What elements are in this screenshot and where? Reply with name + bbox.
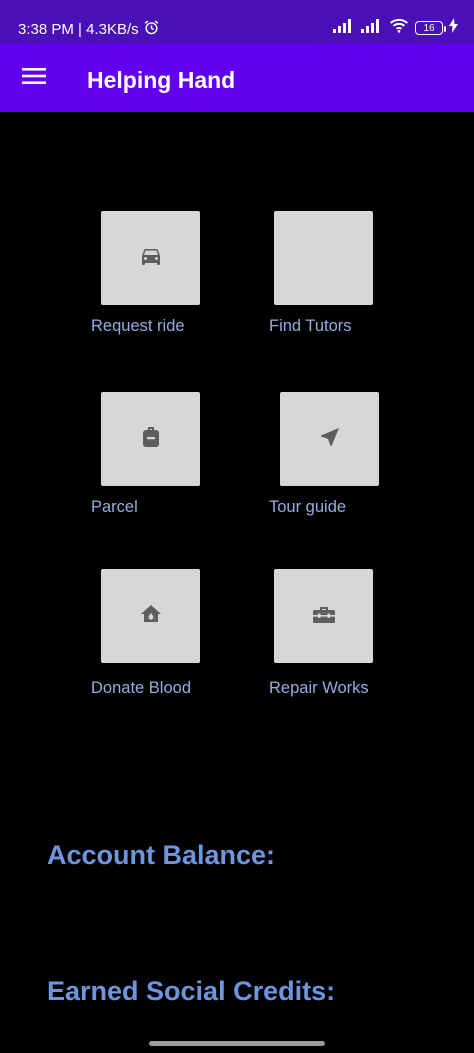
wifi-icon: [389, 18, 409, 38]
parcel-button[interactable]: [101, 392, 200, 486]
find-tutors-button[interactable]: [274, 211, 373, 305]
repair-works-label: Repair Works: [269, 679, 369, 697]
donate-blood-button[interactable]: [101, 569, 200, 663]
status-bar: 3:38 PM | 4.3KB/s 16: [0, 0, 474, 44]
status-left: 3:38 PM | 4.3KB/s: [18, 19, 160, 41]
home-drop-icon: [139, 602, 163, 631]
tour-guide-label: Tour guide: [269, 498, 347, 516]
parcel-label: Parcel: [91, 498, 138, 516]
battery-indicator: 16: [415, 21, 446, 35]
car-icon: [139, 244, 163, 273]
request-ride-button[interactable]: [101, 211, 200, 305]
status-time-speed: 3:38 PM | 4.3KB/s: [18, 21, 139, 38]
hamburger-menu-icon: [22, 67, 46, 90]
app-bar: Helping Hand: [0, 44, 474, 112]
navigation-arrow-icon: [318, 425, 342, 454]
cellular-signal-icon: [333, 18, 355, 38]
alarm-icon: [143, 19, 160, 41]
charging-bolt-icon: [449, 18, 458, 38]
cellular-signal-icon-2: [361, 18, 383, 38]
find-tutors-label: Find Tutors: [269, 317, 352, 335]
repair-works-button[interactable]: [274, 569, 373, 663]
backpack-icon: [139, 425, 163, 454]
account-balance-heading: Account Balance:: [47, 840, 276, 870]
menu-button[interactable]: [14, 58, 54, 98]
donate-blood-label: Donate Blood: [91, 679, 191, 697]
app-title: Helping Hand: [87, 67, 236, 93]
social-credits-heading: Earned Social Credits:: [47, 976, 336, 1006]
toolbox-icon: [311, 602, 337, 631]
tour-guide-button[interactable]: [280, 392, 379, 486]
request-ride-label: Request ride: [91, 317, 185, 335]
status-right: 16: [333, 17, 458, 39]
gesture-nav-handle[interactable]: [149, 1041, 325, 1046]
